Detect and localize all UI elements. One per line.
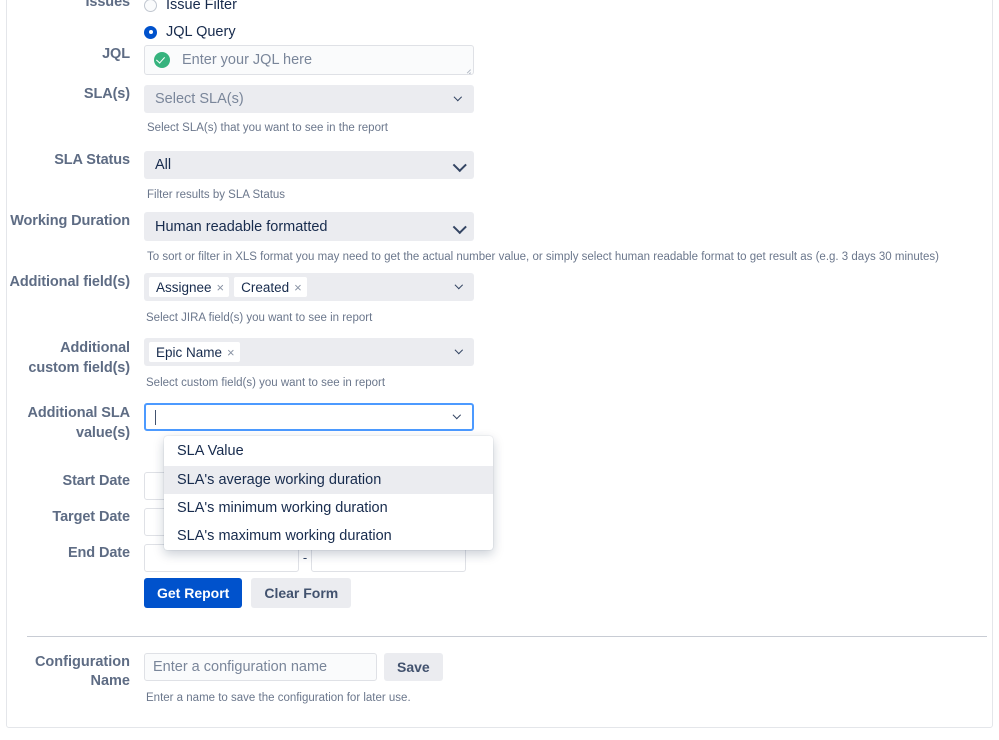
additional-custom-fields-multiselect[interactable]: Epic Name ×: [144, 338, 474, 366]
additional-sla-values-dropdown[interactable]: SLA Value SLA's average working duration…: [164, 436, 493, 550]
radio-jql-query-label: JQL Query: [166, 24, 236, 40]
sla-status-help: Filter results by SLA Status: [147, 189, 286, 201]
dropdown-option-label: SLA's average working duration: [177, 472, 382, 488]
jql-placeholder: Enter your JQL here: [182, 52, 313, 68]
additional-custom-fields-row: Additional custom field(s) Epic Name × S…: [7, 338, 474, 390]
radio-option-jql-query[interactable]: JQL Query: [144, 21, 237, 43]
configuration-name-field: Enter a configuration name Save Enter a …: [144, 653, 443, 705]
form-actions: Get Report Clear Form: [144, 578, 352, 608]
issues-options: Issue Filter JQL Query: [144, 0, 237, 43]
dropdown-option-label: SLA's maximum working duration: [177, 528, 392, 544]
tag-label: Assignee: [156, 279, 212, 295]
tag-remove-icon[interactable]: ×: [294, 281, 302, 294]
tag-label: Created: [241, 279, 290, 295]
additional-sla-values-input[interactable]: [144, 403, 474, 431]
sla-status-label: SLA Status: [54, 152, 130, 168]
working-duration-row: Working Duration Human readable formatte…: [7, 212, 939, 264]
sla-status-select[interactable]: All: [144, 151, 474, 179]
additional-fields-label: Additional field(s): [9, 274, 130, 290]
dropdown-option-label: SLA Value: [177, 443, 244, 459]
form-actions-row: Get Report Clear Form: [7, 578, 352, 608]
resize-handle-icon[interactable]: [463, 65, 471, 74]
chevron-down-icon: [456, 282, 465, 291]
chevron-down-icon: [456, 347, 465, 356]
slas-field: Select SLA(s) Select SLA(s) that you wan…: [144, 85, 474, 135]
sla-status-field: All Filter results by SLA Status: [144, 151, 474, 202]
issues-label: Issues: [85, 0, 130, 10]
text-cursor: [155, 409, 156, 425]
working-duration-select[interactable]: Human readable formatted: [144, 212, 474, 241]
target-date-label: Target Date: [52, 509, 130, 525]
jql-input[interactable]: Enter your JQL here: [144, 45, 474, 75]
additional-fields-help: Select JIRA field(s) you want to see in …: [146, 312, 373, 324]
additional-custom-fields-help: Select custom field(s) you want to see i…: [146, 377, 386, 389]
jql-field: Enter your JQL here: [144, 45, 474, 75]
dropdown-option[interactable]: SLA Value: [164, 436, 493, 466]
additional-sla-values-field: [144, 403, 474, 431]
configuration-name-label: Configuration Name: [7, 653, 144, 691]
chevron-down-icon: [455, 94, 464, 103]
tag-label: Epic Name: [156, 344, 223, 360]
working-duration-value: Human readable formatted: [155, 218, 328, 235]
chevron-down-icon: [454, 412, 463, 421]
slas-help: Select SLA(s) that you want to see in th…: [147, 122, 388, 134]
working-duration-help: To sort or filter in XLS format you may …: [147, 251, 939, 263]
end-date-label: End Date: [67, 545, 130, 561]
tag-item[interactable]: Assignee ×: [149, 277, 230, 297]
jql-row: JQL Enter your JQL here: [7, 45, 474, 75]
dropdown-option[interactable]: SLA's maximum working duration: [164, 522, 493, 550]
issues-row: Issues Issue Filter JQL Query: [7, 0, 237, 43]
jql-label: JQL: [102, 46, 130, 62]
sla-status-value: All: [155, 157, 172, 173]
tag-item[interactable]: Epic Name ×: [149, 342, 240, 362]
tag-remove-icon[interactable]: ×: [227, 346, 235, 359]
configuration-name-placeholder: Enter a configuration name: [153, 659, 328, 675]
additional-sla-values-label: Additional SLA value(s): [27, 405, 130, 441]
radio-issue-filter-icon[interactable]: [144, 0, 157, 12]
report-configuration-card: Issues Issue Filter JQL Query JQL Enter …: [6, 0, 993, 728]
clear-form-button[interactable]: Clear Form: [251, 578, 352, 608]
slas-label: SLA(s): [83, 86, 130, 102]
configuration-name-label-line2: Name: [90, 673, 131, 689]
dropdown-option[interactable]: SLA's average working duration: [164, 466, 493, 494]
sla-status-row: SLA Status All Filter results by SLA Sta…: [7, 151, 474, 202]
configuration-name-label-line1: Configuration: [34, 654, 130, 670]
additional-custom-fields-field: Epic Name × Select custom field(s) you w…: [144, 338, 474, 390]
save-configuration-button[interactable]: Save: [384, 653, 443, 681]
dropdown-option-label: SLA's minimum working duration: [177, 500, 388, 516]
additional-custom-fields-label: Additional custom field(s): [28, 340, 130, 376]
slas-row: SLA(s) Select SLA(s) Select SLA(s) that …: [7, 85, 474, 135]
tag-remove-icon[interactable]: ×: [217, 281, 225, 294]
slas-select[interactable]: Select SLA(s): [144, 85, 474, 113]
radio-issue-filter-label: Issue Filter: [166, 0, 237, 13]
working-duration-field: Human readable formatted To sort or filt…: [144, 212, 939, 264]
working-duration-label: Working Duration: [10, 213, 130, 229]
tag-item[interactable]: Created ×: [234, 277, 307, 297]
configuration-name-input[interactable]: Enter a configuration name: [144, 653, 377, 681]
additional-fields-field: Assignee × Created × Select JIRA field(s…: [144, 273, 474, 325]
section-divider: [27, 636, 987, 637]
get-report-button[interactable]: Get Report: [144, 578, 243, 608]
additional-fields-row: Additional field(s) Assignee × Created ×…: [7, 273, 474, 325]
slas-value: Select SLA(s): [155, 91, 244, 107]
radio-option-issue-filter[interactable]: Issue Filter: [144, 0, 237, 16]
additional-fields-multiselect[interactable]: Assignee × Created ×: [144, 273, 474, 301]
check-circle-icon: [154, 52, 170, 68]
configuration-name-row: Configuration Name Enter a configuration…: [7, 653, 443, 705]
chevron-down-icon: [455, 222, 464, 231]
chevron-down-icon: [455, 160, 464, 169]
radio-jql-query-icon[interactable]: [144, 25, 157, 39]
configuration-name-help: Enter a name to save the configuration f…: [146, 692, 411, 704]
dropdown-option[interactable]: SLA's minimum working duration: [164, 494, 493, 522]
start-date-label: Start Date: [62, 473, 131, 489]
